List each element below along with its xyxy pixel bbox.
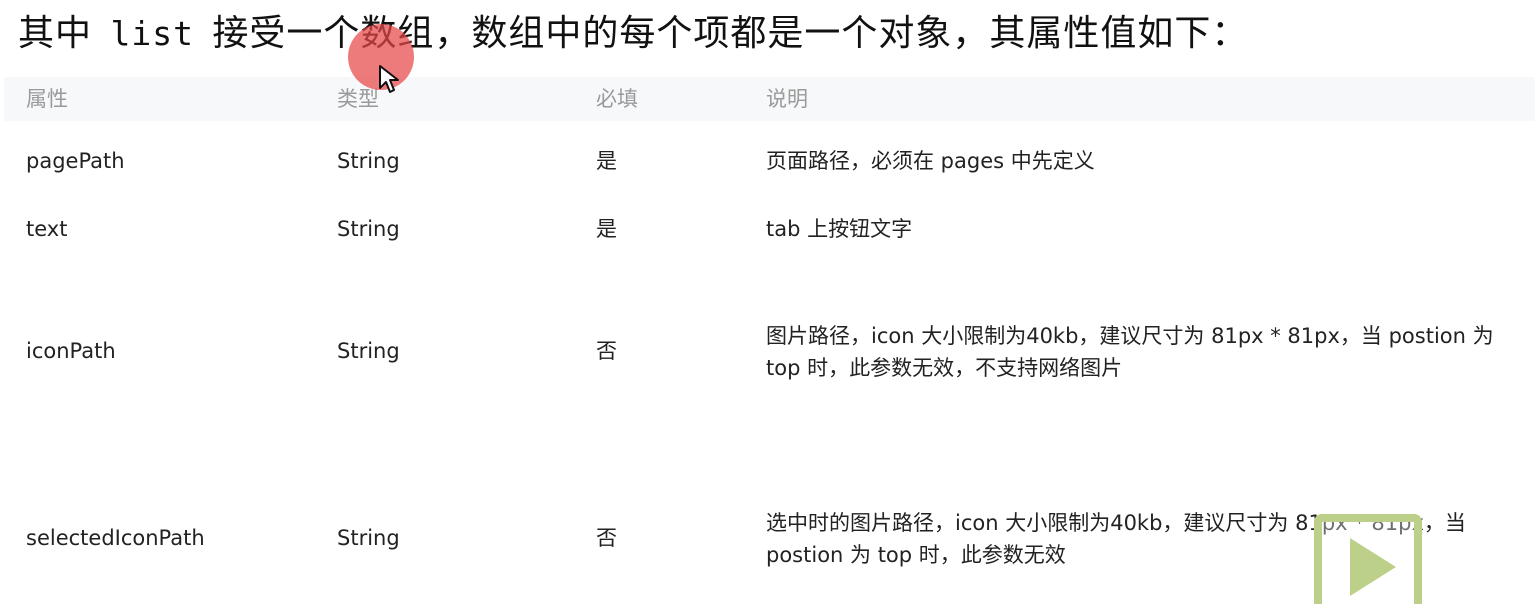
row-type: String	[337, 339, 400, 363]
row-type: String	[337, 526, 400, 550]
row-required: 否	[596, 339, 617, 363]
play-icon	[1350, 538, 1396, 596]
row-type: String	[337, 217, 400, 241]
heading-prefix: 其中	[18, 13, 93, 54]
properties-table: 属性 类型 必填 说明 pagePath String 是 页面路径，必须在 p…	[4, 77, 1535, 567]
header-description: 说明	[766, 87, 808, 111]
header-required: 必填	[596, 87, 638, 111]
row-name: pagePath	[26, 149, 125, 173]
row-description: 图片路径，icon 大小限制为40kb，建议尺寸为 81px * 81px，当 …	[766, 324, 1494, 380]
play-button[interactable]	[1314, 514, 1422, 604]
row-name: selectedIconPath	[26, 526, 205, 550]
header-attribute: 属性	[26, 87, 68, 111]
row-type: String	[337, 149, 400, 173]
row-description: tab 上按钮文字	[766, 217, 913, 241]
page-heading: 其中 list 接受一个数组，数组中的每个项都是一个对象，其属性值如下：	[18, 10, 1248, 58]
row-description: 页面路径，必须在 pages 中先定义	[766, 149, 1095, 173]
row-name: text	[26, 217, 68, 241]
heading-code: list	[110, 14, 194, 53]
cursor-arrow-icon	[379, 65, 399, 93]
row-name: iconPath	[26, 339, 116, 363]
row-required: 是	[596, 149, 617, 173]
row-required: 是	[596, 217, 617, 241]
table-header: 属性 类型 必填 说明	[4, 77, 1535, 121]
row-required: 否	[596, 526, 617, 550]
